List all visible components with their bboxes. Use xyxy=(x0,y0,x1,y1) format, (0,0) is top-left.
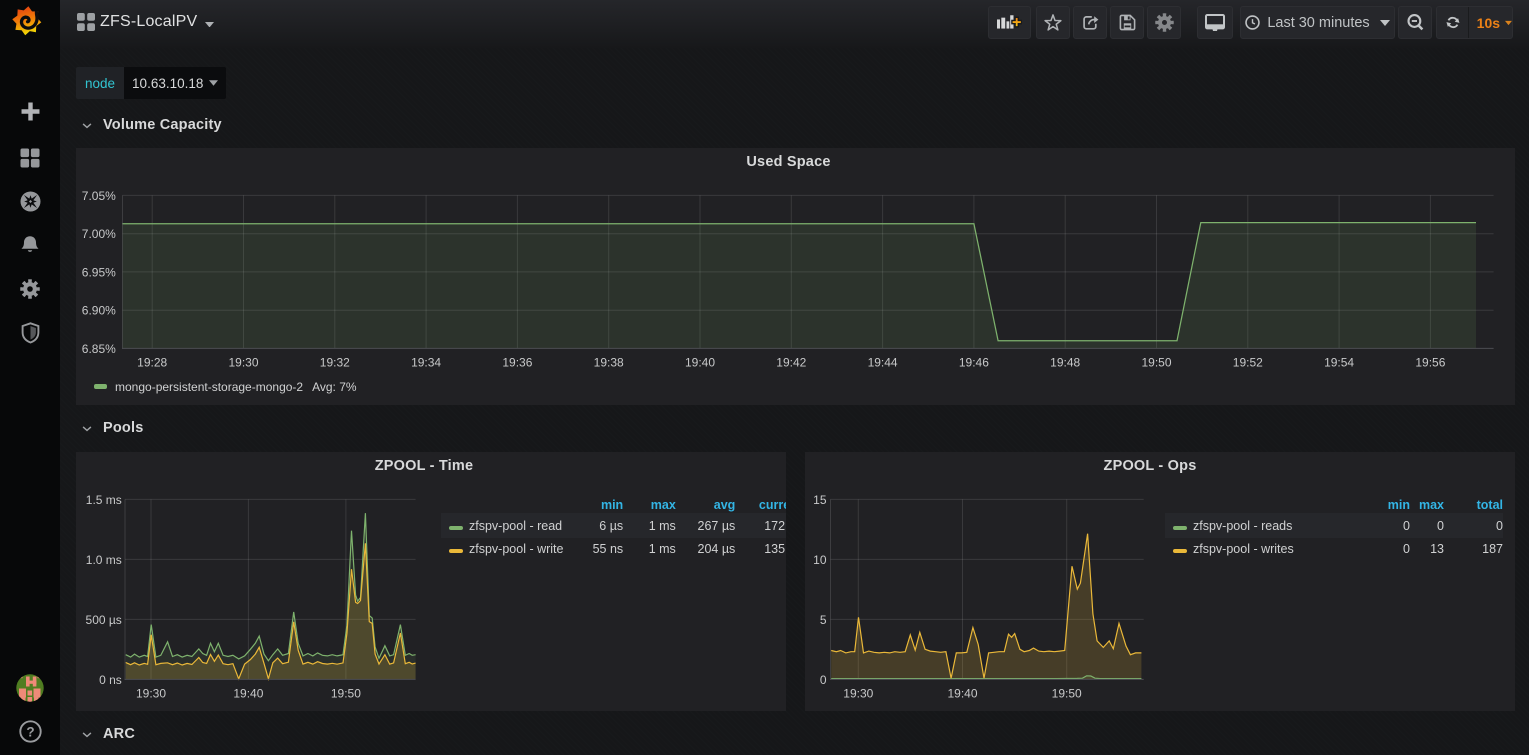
svg-text:19:30: 19:30 xyxy=(136,687,166,701)
svg-text:19:50: 19:50 xyxy=(1141,356,1171,370)
svg-text:6.85%: 6.85% xyxy=(82,342,116,356)
svg-text:19:32: 19:32 xyxy=(320,356,350,370)
svg-text:19:44: 19:44 xyxy=(868,356,898,370)
svg-text:5: 5 xyxy=(820,613,827,627)
svg-text:1.0 ms: 1.0 ms xyxy=(86,553,122,567)
svg-text:7.00%: 7.00% xyxy=(82,227,116,241)
svg-text:6.90%: 6.90% xyxy=(82,304,116,318)
svg-text:19:30: 19:30 xyxy=(843,687,873,701)
svg-text:19:40: 19:40 xyxy=(233,687,263,701)
svg-text:10: 10 xyxy=(813,553,827,567)
svg-text:19:40: 19:40 xyxy=(947,687,977,701)
svg-text:19:28: 19:28 xyxy=(137,356,167,370)
svg-text:0: 0 xyxy=(820,673,827,687)
svg-text:19:50: 19:50 xyxy=(1052,687,1082,701)
svg-text:500 µs: 500 µs xyxy=(86,613,122,627)
svg-text:19:34: 19:34 xyxy=(411,356,441,370)
svg-text:19:36: 19:36 xyxy=(502,356,532,370)
svg-text:7.05%: 7.05% xyxy=(82,189,116,203)
svg-text:?: ? xyxy=(26,724,34,739)
svg-text:19:42: 19:42 xyxy=(776,356,806,370)
svg-text:19:48: 19:48 xyxy=(1050,356,1080,370)
svg-text:19:30: 19:30 xyxy=(228,356,258,370)
svg-text:19:56: 19:56 xyxy=(1415,356,1445,370)
svg-text:19:50: 19:50 xyxy=(331,687,361,701)
svg-text:19:52: 19:52 xyxy=(1233,356,1263,370)
svg-text:19:54: 19:54 xyxy=(1324,356,1354,370)
svg-text:0 ns: 0 ns xyxy=(99,673,122,687)
svg-text:1.5 ms: 1.5 ms xyxy=(86,493,122,507)
svg-text:19:40: 19:40 xyxy=(685,356,715,370)
svg-text:15: 15 xyxy=(813,493,827,507)
svg-text:19:38: 19:38 xyxy=(594,356,624,370)
svg-text:19:46: 19:46 xyxy=(959,356,989,370)
svg-text:6.95%: 6.95% xyxy=(82,265,116,279)
